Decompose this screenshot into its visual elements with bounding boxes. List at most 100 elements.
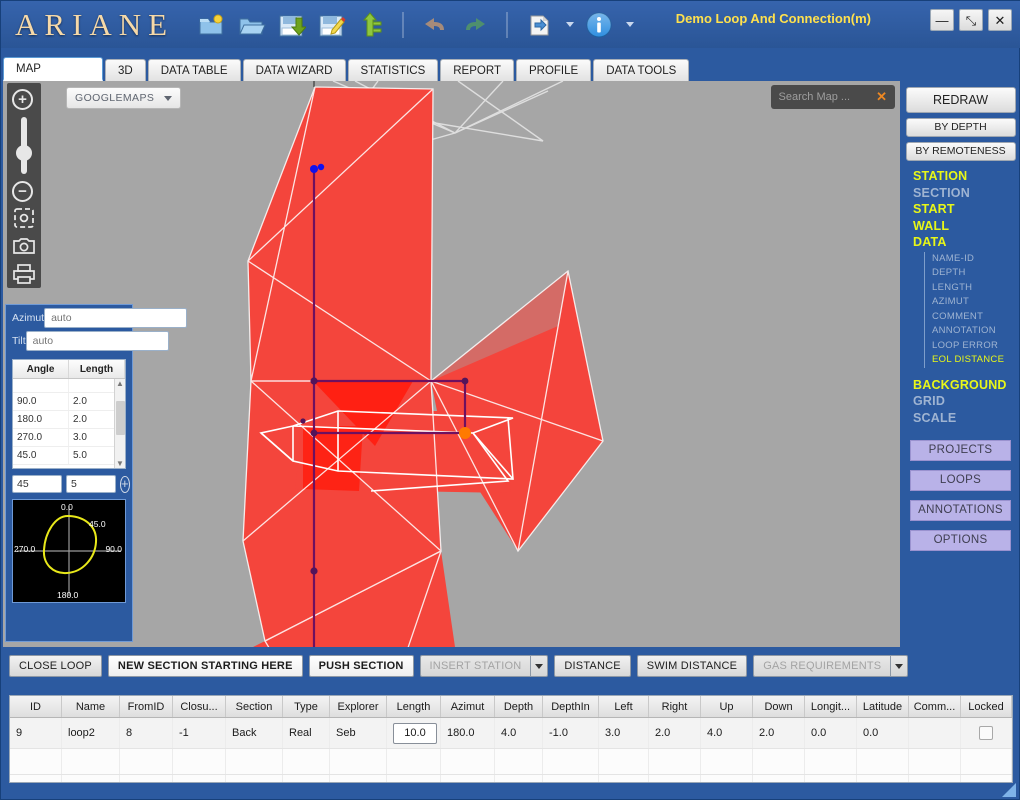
column-header-depth-in[interactable]: DepthIn [543, 696, 599, 717]
cell-name[interactable]: loop2 [62, 718, 120, 748]
locked-checkbox[interactable] [979, 726, 993, 740]
tab-data-wizard[interactable]: DATA WIZARD [243, 59, 346, 81]
redo-icon[interactable] [460, 10, 490, 40]
column-header-azimut[interactable]: Azimut [441, 696, 495, 717]
fit-to-view-icon[interactable] [12, 206, 36, 230]
tab-map[interactable]: MAP [3, 57, 103, 81]
column-header-section[interactable]: Section [226, 696, 283, 717]
by-depth-button[interactable]: BY DEPTH [906, 118, 1016, 137]
resize-grip-icon[interactable] [1002, 783, 1016, 797]
scrollbar-thumb[interactable] [116, 401, 125, 435]
toggle-name-id[interactable]: NAME-ID [932, 252, 1019, 267]
tab-3d[interactable]: 3D [105, 59, 146, 81]
cell-locked[interactable] [961, 718, 1012, 748]
column-header-type[interactable]: Type [283, 696, 330, 717]
search-map-box[interactable]: Search Map ... ✕ [771, 85, 895, 109]
column-header-latitude[interactable]: Latitude [857, 696, 909, 717]
cell-closure[interactable]: -1 [173, 718, 226, 748]
close-button[interactable]: ✕ [988, 9, 1012, 31]
column-header-longitude[interactable]: Longit... [805, 696, 857, 717]
toggle-section[interactable]: SECTION [913, 185, 1019, 202]
loop-table-row[interactable]: 270.0 3.0 [13, 429, 125, 447]
zoom-in-button[interactable]: + [12, 89, 36, 110]
tab-data-tools[interactable]: DATA TOOLS [593, 59, 689, 81]
new-section-starting-here-button[interactable]: NEW SECTION STARTING HERE [108, 655, 303, 677]
projects-button[interactable]: PROJECTS [910, 440, 1011, 461]
loop-table-scrollbar[interactable]: ▲ ▼ [114, 379, 125, 468]
table-row-empty[interactable] [10, 775, 1012, 783]
cell-section[interactable]: Back [226, 718, 283, 748]
table-row[interactable]: 9 loop2 8 -1 Back Real Seb 180.0 4.0 -1.… [10, 718, 1012, 749]
tilt-input[interactable] [26, 331, 169, 351]
new-length-input[interactable] [66, 475, 116, 493]
toggle-station[interactable]: STATION [913, 168, 1019, 185]
map-canvas[interactable]: 14 [3, 81, 900, 647]
page-export-icon[interactable] [524, 10, 554, 40]
toggle-background[interactable]: BACKGROUND [913, 377, 1019, 394]
push-section-button[interactable]: PUSH SECTION [309, 655, 414, 677]
cell-from-id[interactable]: 8 [120, 718, 173, 748]
minimize-button[interactable]: — [930, 9, 954, 31]
cell-type[interactable]: Real [283, 718, 330, 748]
tab-statistics[interactable]: STATISTICS [348, 59, 439, 81]
zoom-slider-handle[interactable] [16, 145, 32, 161]
distance-button[interactable]: DISTANCE [554, 655, 630, 677]
toggle-comment[interactable]: COMMENT [932, 310, 1019, 325]
column-header-locked[interactable]: Locked [961, 696, 1012, 717]
toggle-annotation[interactable]: ANNOTATION [932, 324, 1019, 339]
cell-explorer[interactable]: Seb [330, 718, 387, 748]
zoom-slider[interactable] [21, 117, 27, 174]
toggle-azimut[interactable]: AZIMUT [932, 295, 1019, 310]
survey-data-grid[interactable]: ID Name FromID Closu... Section Type Exp… [9, 695, 1013, 783]
column-header-explorer[interactable]: Explorer [330, 696, 387, 717]
map-source-dropdown[interactable]: GOOGLEMAPS [66, 87, 181, 109]
loops-button[interactable]: LOOPS [910, 470, 1011, 491]
save-as-icon[interactable] [316, 10, 346, 40]
export-icon[interactable] [356, 10, 386, 40]
zoom-out-button[interactable]: − [12, 181, 36, 202]
cell-comment[interactable] [909, 718, 961, 748]
cell-latitude[interactable]: 0.0 [857, 718, 909, 748]
toggle-grid[interactable]: GRID [913, 393, 1019, 410]
tab-profile[interactable]: PROFILE [516, 59, 591, 81]
column-header-length[interactable]: Length [387, 696, 441, 717]
search-clear-icon[interactable]: ✕ [876, 89, 887, 105]
length-input[interactable] [393, 723, 437, 744]
redraw-button[interactable]: REDRAW [906, 87, 1016, 113]
cell-azimut[interactable]: 180.0 [441, 718, 495, 748]
tab-report[interactable]: REPORT [440, 59, 514, 81]
toggle-wall[interactable]: WALL [913, 218, 1019, 235]
save-icon[interactable] [276, 10, 306, 40]
toggle-eol-distance[interactable]: EOL DISTANCE [932, 353, 1019, 368]
cell-down[interactable]: 2.0 [753, 718, 805, 748]
page-export-dropdown-arrow[interactable] [566, 22, 574, 27]
column-header-closure[interactable]: Closu... [173, 696, 226, 717]
new-angle-input[interactable] [12, 475, 62, 493]
print-icon[interactable] [12, 262, 36, 286]
loop-table-row[interactable]: 45.0 5.0 [13, 447, 125, 465]
scroll-up-arrow-icon[interactable]: ▲ [115, 379, 125, 388]
swim-distance-button[interactable]: SWIM DISTANCE [637, 655, 747, 677]
by-remoteness-button[interactable]: BY REMOTENESS [906, 142, 1016, 161]
info-dropdown-arrow[interactable] [626, 22, 634, 27]
column-header-name[interactable]: Name [62, 696, 120, 717]
open-folder-icon[interactable] [236, 10, 266, 40]
camera-icon[interactable] [12, 234, 36, 258]
column-header-id[interactable]: ID [10, 696, 62, 717]
undo-icon[interactable] [420, 10, 450, 40]
column-header-left[interactable]: Left [599, 696, 649, 717]
cell-up[interactable]: 4.0 [701, 718, 753, 748]
cell-longitude[interactable]: 0.0 [805, 718, 857, 748]
column-header-right[interactable]: Right [649, 696, 701, 717]
column-header-up[interactable]: Up [701, 696, 753, 717]
cell-right[interactable]: 2.0 [649, 718, 701, 748]
info-icon[interactable] [584, 10, 614, 40]
toggle-start[interactable]: START [913, 201, 1019, 218]
close-loop-button[interactable]: CLOSE LOOP [9, 655, 102, 677]
tab-data-table[interactable]: DATA TABLE [148, 59, 241, 81]
toggle-depth[interactable]: DEPTH [932, 266, 1019, 281]
column-header-depth[interactable]: Depth [495, 696, 543, 717]
toggle-length[interactable]: LENGTH [932, 281, 1019, 296]
cell-depth-in[interactable]: -1.0 [543, 718, 599, 748]
toggle-data[interactable]: DATA [913, 234, 1019, 251]
